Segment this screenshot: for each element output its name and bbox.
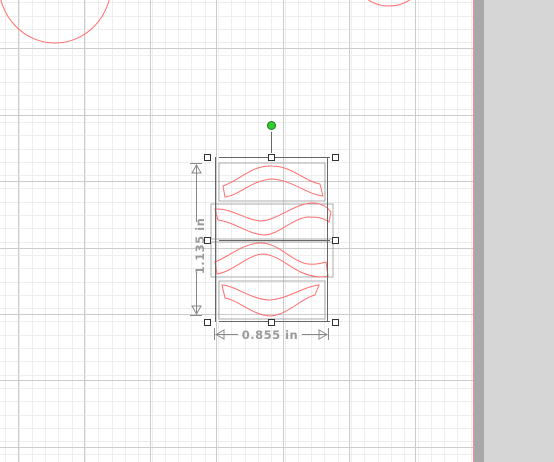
height-dimension-label: 1.135 in xyxy=(193,218,207,275)
page-shadow xyxy=(474,0,484,462)
resize-handle-top-left[interactable] xyxy=(204,154,211,161)
circle-shape-left[interactable] xyxy=(0,0,111,44)
desk-area xyxy=(474,0,554,462)
resize-handle-bottom-right[interactable] xyxy=(332,319,339,326)
resize-handle-bottom-left[interactable] xyxy=(204,319,211,326)
resize-handle-bottom[interactable] xyxy=(268,319,275,326)
rotate-handle[interactable] xyxy=(267,121,276,130)
width-dimension-label: 0.855 in xyxy=(242,328,299,342)
resize-handle-top-right[interactable] xyxy=(332,154,339,161)
design-canvas[interactable]: 1.135 in 0.855 in xyxy=(0,0,554,462)
fine-grid xyxy=(0,0,473,462)
resize-handle-top[interactable] xyxy=(268,154,275,161)
resize-handle-right[interactable] xyxy=(332,237,339,244)
height-dimension: 1.135 in xyxy=(190,163,207,316)
